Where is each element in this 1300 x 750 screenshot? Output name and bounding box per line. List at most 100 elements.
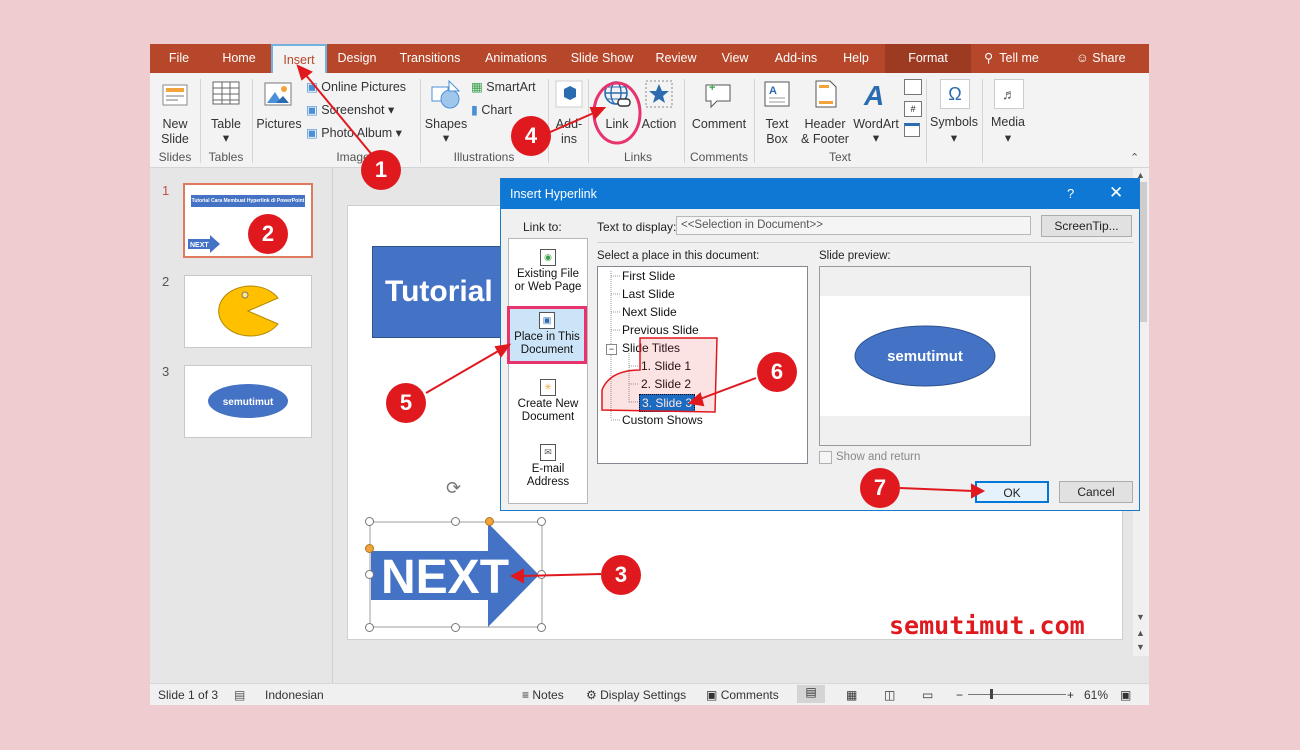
wordart-button[interactable]: A WordArt ▾ (852, 77, 900, 147)
rotate-handle-icon[interactable]: ⟳ (446, 478, 461, 499)
comment-bubble-icon: ▣ (706, 688, 718, 702)
chevron-down-icon: ▾ (872, 131, 880, 145)
spellcheck-icon[interactable]: ▤ (234, 688, 245, 702)
photo-album-button[interactable]: ▣ Photo Album ▾ (306, 125, 402, 141)
tell-me-search[interactable]: ⚲ Tell me (984, 44, 1054, 73)
resize-handle[interactable] (365, 517, 374, 526)
resize-handle[interactable] (537, 623, 546, 632)
zoom-slider-thumb[interactable] (990, 689, 993, 699)
slide-thumbnail-1[interactable]: Tutorial Cara Membuat Hyperlink di Power… (183, 183, 313, 258)
date-time-icon[interactable] (904, 79, 922, 95)
resize-handle[interactable] (537, 570, 546, 579)
screentip-button[interactable]: ScreenTip... (1041, 215, 1132, 237)
pictures-button[interactable]: Pictures (256, 77, 302, 147)
shapes-button[interactable]: Shapes ▾ (424, 77, 468, 147)
zoom-out-icon[interactable]: − (956, 688, 963, 702)
previous-slide-icon[interactable]: ▲ (1136, 628, 1145, 638)
zoom-level[interactable]: 61% (1084, 688, 1108, 702)
next-slide-icon[interactable]: ▼ (1136, 642, 1145, 652)
tab-insert[interactable]: Insert (271, 44, 327, 73)
resize-handle[interactable] (451, 623, 460, 632)
tree-item-custom-shows[interactable]: Custom Shows (622, 413, 703, 427)
smartart-button[interactable]: ▦ SmartArt (471, 79, 536, 95)
share-button[interactable]: ☺ Share (1076, 44, 1128, 73)
step-badge-5: 5 (386, 383, 426, 423)
ribbon-insert: New Slide Slides Table ▾ Tables Pictures… (150, 73, 1149, 168)
tab-help[interactable]: Help (838, 44, 874, 73)
help-button[interactable]: ? (1067, 186, 1074, 201)
tree-item-next-slide[interactable]: Next Slide (622, 305, 677, 319)
slide-number-icon[interactable]: # (904, 101, 922, 117)
tab-design[interactable]: Design (334, 44, 380, 73)
chart-button[interactable]: ▮ Chart (471, 102, 512, 118)
language-indicator[interactable]: Indonesian (265, 688, 324, 702)
slide-preview-box: semutimut (819, 266, 1031, 446)
person-icon: ☺ (1076, 51, 1089, 65)
reading-view-icon[interactable]: ◫ (884, 688, 895, 702)
tree-item-slide-titles[interactable]: Slide Titles (622, 341, 680, 355)
object-icon[interactable] (904, 123, 920, 137)
adjust-handle[interactable] (365, 544, 374, 553)
tree-item-slide-2[interactable]: 2. Slide 2 (641, 377, 691, 391)
show-and-return-checkbox[interactable] (819, 451, 832, 464)
tab-animations[interactable]: Animations (482, 44, 550, 73)
tab-file[interactable]: File (164, 44, 194, 73)
tab-add-ins[interactable]: Add-ins (770, 44, 822, 73)
comments-button[interactable]: ▣ Comments (706, 688, 779, 702)
zoom-slider[interactable] (968, 694, 1066, 695)
resize-handle[interactable] (365, 623, 374, 632)
slide-counter: Slide 1 of 3 (158, 688, 219, 702)
resize-handle[interactable] (537, 517, 546, 526)
ok-button[interactable]: OK (975, 481, 1049, 503)
tree-item-last-slide[interactable]: Last Slide (622, 287, 675, 301)
tree-item-previous-slide[interactable]: Previous Slide (622, 323, 699, 337)
action-button[interactable]: Action (640, 77, 678, 147)
tab-view[interactable]: View (718, 44, 752, 73)
fit-to-window-icon[interactable]: ▣ (1120, 688, 1131, 702)
screenshot-button[interactable]: ▣ Screenshot ▾ (306, 102, 394, 118)
next-arrow-shape[interactable]: NEXT (369, 521, 543, 628)
scroll-down-icon[interactable]: ▼ (1136, 612, 1145, 622)
header-footer-button[interactable]: Header & Footer (798, 77, 852, 147)
symbols-button[interactable]: Ω Symbols ▾ (930, 77, 978, 147)
cancel-button[interactable]: Cancel (1059, 481, 1133, 503)
collapse-ribbon-icon[interactable]: ⌃ (1130, 151, 1139, 164)
create-new-document-option[interactable]: ✳ Create New Document (509, 379, 587, 424)
place-in-document-option[interactable]: ▣ Place in This Document (507, 306, 587, 364)
link-button[interactable]: Link (596, 77, 638, 147)
email-address-option[interactable]: ✉ E-mail Address (509, 444, 587, 489)
existing-file-option[interactable]: ◉ Existing File or Web Page (509, 249, 587, 294)
resize-handle[interactable] (365, 570, 374, 579)
text-to-display-field[interactable]: <<Selection in Document>> (676, 216, 1031, 235)
new-slide-button[interactable]: New Slide (156, 77, 194, 147)
slide-sorter-icon[interactable]: ▦ (846, 688, 857, 702)
slideshow-view-icon[interactable]: ▭ (922, 688, 933, 702)
tab-slide-show[interactable]: Slide Show (570, 44, 634, 73)
table-button[interactable]: Table ▾ (206, 77, 246, 147)
tree-item-slide-3[interactable]: 3. Slide 3 (639, 394, 696, 412)
close-icon[interactable]: ✕ (1109, 183, 1123, 203)
notes-button[interactable]: ≡ Notes (522, 688, 564, 702)
comment-button[interactable]: + Comment (688, 77, 750, 147)
online-pictures-button[interactable]: ▣ Online Pictures (306, 79, 406, 95)
tab-home[interactable]: Home (218, 44, 260, 73)
tree-item-first-slide[interactable]: First Slide (622, 269, 675, 283)
new-slide-icon (162, 84, 188, 106)
text-box-button[interactable]: A Text Box (758, 77, 796, 147)
add-ins-button[interactable]: Add- ins (552, 77, 586, 147)
tree-item-slide-1[interactable]: 1. Slide 1 (641, 359, 691, 373)
adjust-handle[interactable] (485, 517, 494, 526)
resize-handle[interactable] (451, 517, 460, 526)
tab-format[interactable]: Format (885, 44, 971, 73)
display-settings-button[interactable]: ⚙ Display Settings (586, 688, 686, 702)
normal-view-icon[interactable]: ▤ (797, 685, 825, 703)
tab-transitions[interactable]: Transitions (398, 44, 462, 73)
ribbon-divider (926, 79, 927, 163)
collapse-toggle-icon[interactable]: − (606, 344, 617, 355)
tab-review[interactable]: Review (653, 44, 699, 73)
slide-thumbnail-3[interactable]: semutimut (184, 365, 312, 438)
link-globe-icon (604, 81, 631, 107)
slide-thumbnail-2[interactable] (184, 275, 312, 348)
media-button[interactable]: ♬ Media ▾ (986, 77, 1030, 147)
zoom-in-icon[interactable]: + (1067, 688, 1074, 702)
